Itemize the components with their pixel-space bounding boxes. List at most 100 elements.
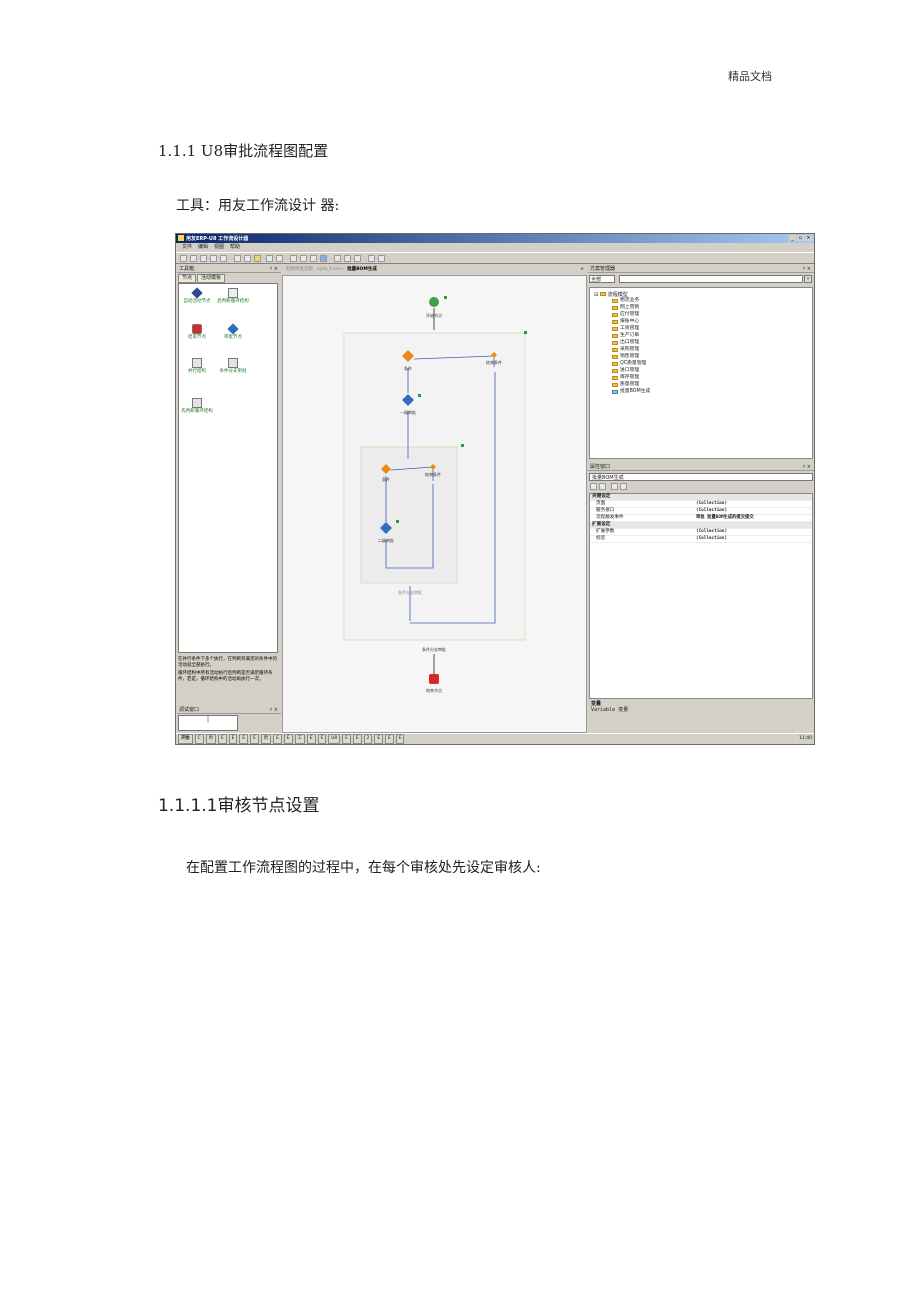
undo-icon[interactable]: [334, 255, 341, 262]
tab-nodes[interactable]: 节点: [178, 274, 197, 283]
taskbar-item[interactable]: 用: [205, 734, 216, 744]
tree-item[interactable]: 报账中心: [612, 319, 639, 325]
globe-icon[interactable]: [320, 255, 327, 262]
tree-item[interactable]: 网上营销: [612, 305, 639, 311]
tool-auto-activity[interactable]: 自动活动节点: [181, 287, 213, 304]
tree-item[interactable]: 工资管理: [612, 326, 639, 332]
run-icon[interactable]: [254, 255, 261, 262]
connector-icon[interactable]: [300, 255, 307, 262]
alphabetical-icon[interactable]: [599, 483, 606, 490]
tree-item[interactable]: 库存管理: [612, 375, 639, 381]
taskbar-item[interactable]: E: [374, 734, 384, 744]
tool-label: 条件分支审批: [219, 369, 247, 374]
property-category[interactable]: 关键设定: [590, 494, 812, 501]
events-icon[interactable]: [620, 483, 627, 490]
redo-icon[interactable]: [344, 255, 351, 262]
tree-item[interactable]: 质量管理: [612, 382, 639, 388]
new-file-icon[interactable]: [180, 255, 187, 262]
doc-tab-1[interactable]: 起始审批流程: [286, 265, 313, 274]
taskbar-item[interactable]: 工: [294, 734, 305, 744]
help-icon[interactable]: [378, 255, 385, 262]
solution-combo[interactable]: 全部: [589, 275, 615, 283]
tree-item[interactable]: 采购管理: [612, 347, 639, 353]
debug-pin-close[interactable]: ♯ ×: [270, 706, 278, 714]
properties-pin-close[interactable]: ♯ ×: [803, 463, 811, 471]
settings-icon[interactable]: [368, 255, 375, 262]
property-row[interactable]: 服务接口 (Collection): [590, 508, 812, 515]
tool-end-node[interactable]: 结束节点: [181, 324, 213, 340]
tree-item[interactable]: 销售管理: [612, 354, 639, 360]
solution-pin-close[interactable]: ♯ ×: [803, 265, 811, 273]
taskbar-item[interactable]: E: [250, 734, 259, 744]
copy-icon[interactable]: [244, 255, 251, 262]
tree-item[interactable]: 物流业务: [612, 298, 639, 304]
menu-help[interactable]: 帮助: [230, 243, 240, 252]
property-row[interactable]: 标签 (Collection): [590, 536, 812, 543]
taskbar-item[interactable]: E: [306, 734, 316, 744]
taskbar-item[interactable]: E: [317, 734, 327, 744]
toolbox-pin-close[interactable]: ♯ ×: [270, 265, 278, 273]
open-folder-icon[interactable]: [190, 255, 197, 262]
taskbar-item[interactable]: C: [194, 734, 204, 744]
taskbar-item[interactable]: E: [352, 734, 362, 744]
refresh-icon[interactable]: [354, 255, 361, 262]
save-all-icon[interactable]: [210, 255, 217, 262]
tree-item[interactable]: 应付管理: [612, 312, 639, 318]
edit-icon[interactable]: [310, 255, 317, 262]
taskbar-item[interactable]: E: [283, 734, 293, 744]
branch-structure-icon: [228, 358, 238, 368]
tool-pre-loop[interactable]: 先判断循环结构: [181, 398, 213, 414]
cut-icon[interactable]: [234, 255, 241, 262]
tool-post-loop[interactable]: 后判断循环结构: [217, 288, 249, 304]
property-row[interactable]: 流程触发事件 审批 批量BOM生成的提交提交: [590, 515, 812, 522]
tree-item[interactable]: 出口管理: [612, 340, 639, 346]
doc-tab-2[interactable]: sydx_f.xxxx: [317, 265, 343, 274]
menu-view[interactable]: 视图: [214, 243, 224, 252]
tree-item[interactable]: 批量BOM生成: [612, 389, 650, 395]
menu-edit[interactable]: 编辑: [198, 243, 208, 252]
end-node-icon[interactable]: [429, 674, 439, 684]
taskbar-item[interactable]: 用: [260, 734, 272, 744]
taskbar-item[interactable]: 2: [363, 734, 373, 744]
tool-parallel[interactable]: 并行结构: [181, 358, 213, 374]
taskbar-item[interactable]: E: [239, 734, 249, 744]
tree-item[interactable]: QC质量管理: [612, 361, 646, 367]
tool-condition-branch[interactable]: 条件分支审批: [217, 358, 249, 374]
taskbar-item[interactable]: E: [385, 734, 394, 744]
menu-file[interactable]: 文件: [182, 243, 192, 252]
property-row[interactable]: 扩展参数 (Collection): [590, 529, 812, 536]
minimize-button[interactable]: _: [789, 235, 796, 241]
taskbar-item[interactable]: E: [273, 734, 282, 744]
taskbar-item[interactable]: E: [395, 734, 405, 744]
search-go-icon[interactable]: »: [804, 275, 812, 283]
taskbar-item[interactable]: E: [217, 734, 227, 744]
property-category[interactable]: 扩展设定: [590, 522, 812, 529]
tree-item[interactable]: 生产订单: [612, 333, 639, 339]
close-button[interactable]: ×: [805, 235, 812, 241]
zoom-icon[interactable]: [266, 255, 273, 262]
taskbar-item[interactable]: E: [228, 734, 238, 744]
tab-activity-templates[interactable]: 活动模板: [197, 274, 226, 283]
taskbar-item[interactable]: E: [342, 734, 351, 744]
solution-search-input[interactable]: [619, 275, 803, 283]
debug-value[interactable]: |: [178, 715, 238, 731]
pointer-icon[interactable]: [290, 255, 297, 262]
property-object-select[interactable]: 批量BOM生成: [589, 473, 813, 481]
search-icon[interactable]: [276, 255, 283, 262]
tree-item[interactable]: 进口管理: [612, 368, 639, 374]
doc-close-icon[interactable]: ×: [580, 265, 584, 274]
taskbar-item[interactable]: U8: [328, 734, 341, 744]
workflow-canvas[interactable]: 开始节点 条件 结束条件 一级审批 条件 结束条件 二级审批 条件分支审批 条件…: [282, 275, 587, 733]
tool-approve-node[interactable]: 审批节点: [217, 323, 249, 340]
tree-root[interactable]: ⊟ 流程模型: [594, 291, 628, 298]
categorized-icon[interactable]: [590, 483, 597, 490]
print-icon[interactable]: [220, 255, 227, 262]
doc-tab-3[interactable]: 批量BOM生成: [347, 265, 377, 274]
property-row[interactable]: 页面 (Collection): [590, 501, 812, 508]
end-node-icon: [192, 324, 202, 334]
maximize-button[interactable]: ▫: [797, 235, 804, 241]
start-button[interactable]: 开始: [178, 734, 193, 744]
property-pages-icon[interactable]: [611, 483, 618, 490]
start-node-icon[interactable]: [429, 297, 439, 307]
save-icon[interactable]: [200, 255, 207, 262]
